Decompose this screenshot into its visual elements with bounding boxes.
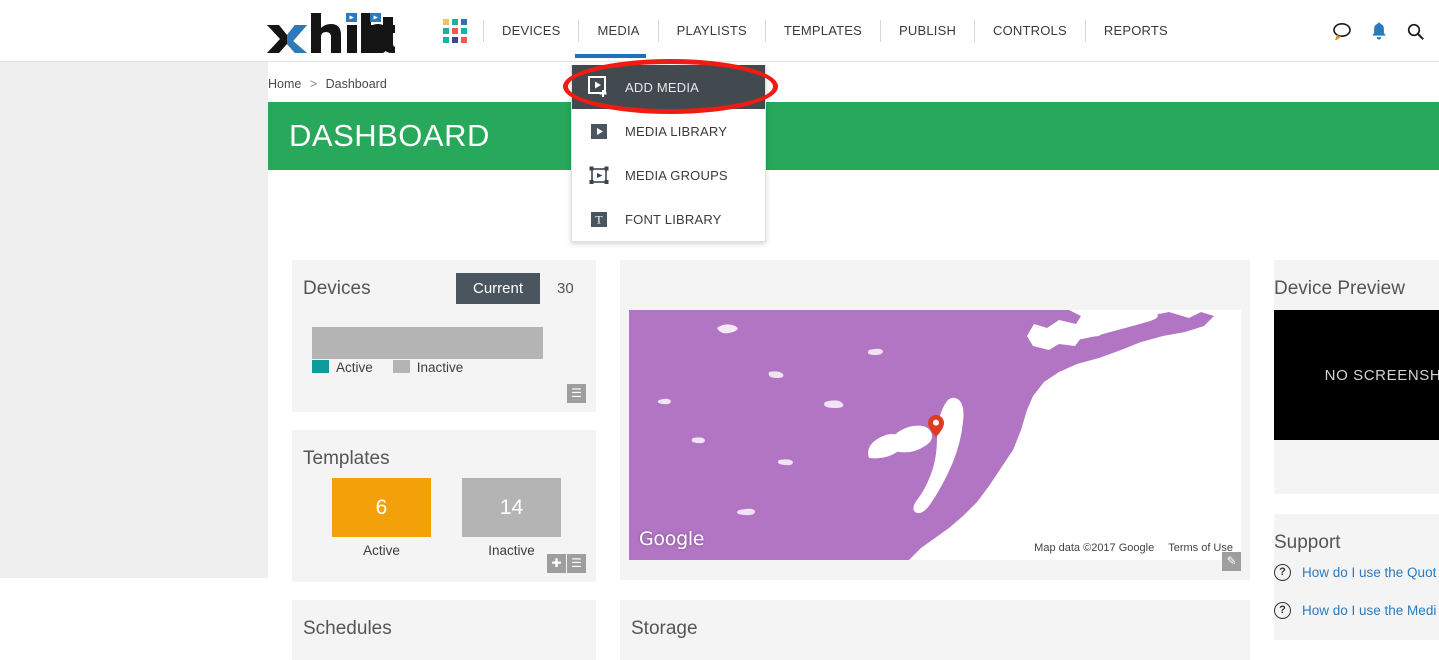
search-icon[interactable] xyxy=(1406,22,1425,41)
question-icon: ? xyxy=(1274,602,1291,619)
templates-card-title: Templates xyxy=(303,448,390,469)
map-card: Google Map data ©2017 Google Terms of Us… xyxy=(620,260,1250,580)
templates-tiles: 6 Active 14 Inactive xyxy=(332,478,561,558)
page-banner: DASHBOARD xyxy=(268,102,1439,170)
legend-active: Active xyxy=(312,360,373,375)
bell-icon[interactable] xyxy=(1370,21,1388,41)
legend-active-label: Active xyxy=(336,360,373,375)
question-icon: ? xyxy=(1274,564,1291,581)
menu-item-font-library[interactable]: T FONT LIBRARY xyxy=(572,197,765,241)
storage-card: Storage xyxy=(620,600,1250,660)
media-dropdown-menu: ADD MEDIA MEDIA LIBRARY MEDIA GROUPS T F… xyxy=(571,65,766,242)
map-attribution: Map data ©2017 Google Terms of Use xyxy=(1034,542,1233,554)
menu-item-label: MEDIA LIBRARY xyxy=(625,123,728,139)
menu-item-label: ADD MEDIA xyxy=(625,79,700,95)
breadcrumb-separator: > xyxy=(309,77,318,91)
support-card-title: Support xyxy=(1274,532,1341,553)
support-link-media[interactable]: How do I use the Medi xyxy=(1302,603,1436,618)
templates-card-tools: ✚ ☰ xyxy=(547,554,586,573)
plus-icon[interactable]: ✚ xyxy=(547,554,566,573)
devices-range-tabs: Current 30 xyxy=(456,273,591,304)
menu-item-label: MEDIA GROUPS xyxy=(625,167,728,183)
support-row[interactable]: ? How do I use the Medi xyxy=(1274,602,1439,619)
legend-swatch-active xyxy=(312,360,329,373)
templates-tile-active[interactable]: 6 Active xyxy=(332,478,431,558)
menu-item-add-media[interactable]: ADD MEDIA xyxy=(572,65,765,109)
nav-item-media[interactable]: MEDIA xyxy=(579,0,657,62)
templates-active-label: Active xyxy=(363,543,400,558)
templates-active-count: 6 xyxy=(332,478,431,537)
breadcrumb: Home > Dashboard xyxy=(268,77,387,91)
font-library-icon: T xyxy=(591,212,607,227)
media-groups-icon xyxy=(589,166,609,184)
devices-legend: Active Inactive xyxy=(312,360,463,375)
nav-item-controls[interactable]: CONTROLS xyxy=(975,0,1085,62)
storage-card-title: Storage xyxy=(631,618,698,639)
breadcrumb-current: Dashboard xyxy=(325,77,387,91)
nav-item-templates[interactable]: TEMPLATES xyxy=(766,0,880,62)
templates-tile-inactive[interactable]: 14 Inactive xyxy=(462,478,561,558)
schedules-card-title: Schedules xyxy=(303,618,392,639)
add-media-icon xyxy=(588,76,607,97)
devices-tab-30[interactable]: 30 xyxy=(540,273,591,304)
top-bar-icons xyxy=(1332,0,1425,62)
main-navigation: DEVICES MEDIA PLAYLISTS TEMPLATES PUBLIS… xyxy=(443,0,1186,62)
menu-item-media-library[interactable]: MEDIA LIBRARY xyxy=(572,109,765,153)
nav-item-publish[interactable]: PUBLISH xyxy=(881,0,974,62)
page-title: DASHBOARD xyxy=(289,118,490,153)
google-map[interactable]: Google Map data ©2017 Google Terms of Us… xyxy=(629,310,1241,560)
legend-swatch-inactive xyxy=(392,360,410,373)
media-tab-indicator xyxy=(575,54,639,58)
legend-inactive-label: Inactive xyxy=(416,360,464,375)
schedules-card: Schedules xyxy=(292,600,596,660)
map-pin-icon[interactable] xyxy=(928,415,944,437)
top-bar: DEVICES MEDIA PLAYLISTS TEMPLATES PUBLIS… xyxy=(0,0,1439,62)
google-watermark: Google xyxy=(639,528,705,550)
nav-item-devices[interactable]: DEVICES xyxy=(484,0,578,62)
devices-bar-chart xyxy=(312,327,543,359)
nav-item-reports[interactable]: REPORTS xyxy=(1086,0,1186,62)
hamburger-icon[interactable]: ☰ xyxy=(567,384,586,403)
device-preview-title: Device Preview xyxy=(1274,278,1405,299)
devices-card: Devices Current 30 Active Inactive ☰ xyxy=(292,260,596,412)
templates-inactive-count: 14 xyxy=(462,478,561,537)
devices-card-tools: ☰ xyxy=(567,384,586,403)
edit-icon[interactable]: ✎ xyxy=(1222,552,1241,571)
apps-grid-icon[interactable] xyxy=(443,19,467,43)
svg-text:T: T xyxy=(595,213,603,227)
media-library-icon xyxy=(591,124,607,139)
support-links: ? How do I use the Quot ? How do I use t… xyxy=(1274,564,1439,640)
support-card: Support ? How do I use the Quot ? How do… xyxy=(1274,514,1439,640)
nav-item-playlists[interactable]: PLAYLISTS xyxy=(659,0,765,62)
chat-icon[interactable] xyxy=(1332,21,1352,41)
templates-card: Templates 6 Active 14 Inactive ✚ ☰ xyxy=(292,430,596,582)
devices-card-title: Devices xyxy=(303,278,371,299)
legend-inactive: Inactive xyxy=(392,360,464,375)
menu-item-media-groups[interactable]: MEDIA GROUPS xyxy=(572,153,765,197)
map-data-text: Map data ©2017 Google xyxy=(1034,542,1155,554)
device-preview-card: Device Preview NO SCREENSHOT xyxy=(1274,260,1439,494)
breadcrumb-home[interactable]: Home xyxy=(268,77,301,91)
device-preview-placeholder: NO SCREENSHOT xyxy=(1274,310,1439,440)
support-row[interactable]: ? How do I use the Quot xyxy=(1274,564,1439,581)
menu-item-label: FONT LIBRARY xyxy=(625,211,722,227)
hamburger-icon[interactable]: ☰ xyxy=(567,554,586,573)
map-card-tools: ✎ xyxy=(1222,552,1241,571)
devices-tab-current[interactable]: Current xyxy=(456,273,541,304)
brand-logo[interactable] xyxy=(265,11,395,53)
